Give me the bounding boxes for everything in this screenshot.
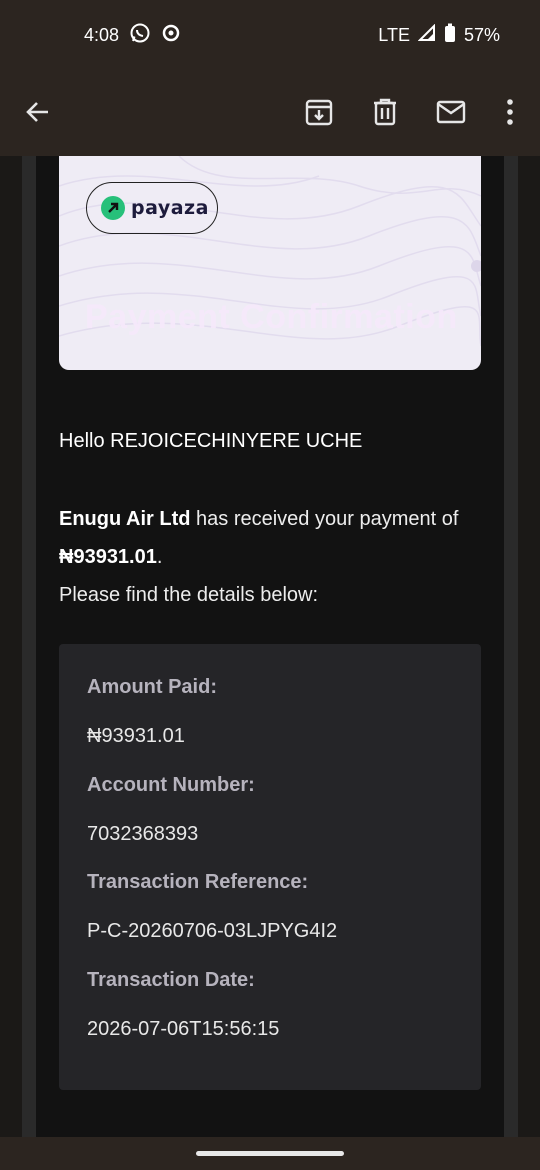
payment-amount: ₦93931.01 [59, 546, 157, 568]
greeting-text: Hello REJOICECHINYERE UCHE [59, 430, 363, 452]
more-vert-icon[interactable] [490, 92, 530, 132]
delete-icon[interactable] [365, 92, 405, 132]
account-number-label: Account Number: [87, 774, 255, 796]
payaza-logo: payaza [86, 182, 218, 234]
network-label: LTE [378, 24, 410, 45]
payment-details-card: Amount Paid: ₦93931.01 Account Number: 7… [59, 644, 481, 1090]
instruction-text: Please find the details below: [59, 584, 319, 606]
back-arrow-icon[interactable] [18, 92, 58, 132]
signal-icon [417, 23, 436, 47]
status-left: 4:08 [84, 22, 181, 49]
email-toolbar [0, 70, 540, 156]
amount-paid-value: ₦93931.01 [87, 725, 185, 747]
merchant-name: Enugu Air Ltd [59, 508, 191, 530]
payaza-banner: payaza Payment Confirmation [59, 156, 481, 370]
home-gesture-handle[interactable] [196, 1151, 344, 1156]
email-view[interactable]: payaza Payment Confirmation Hello REJOIC… [0, 156, 540, 1137]
scroll-rail-right [504, 156, 518, 1137]
email-body: payaza Payment Confirmation Hello REJOIC… [36, 156, 504, 1137]
message-end: . [156, 546, 163, 568]
status-time: 4:08 [84, 24, 120, 45]
transaction-reference-value: P-C-20260706-03LJPYG4I2 [87, 920, 338, 942]
sync-icon [161, 23, 181, 48]
payaza-logo-text: payaza [131, 197, 209, 219]
mark-unread-icon[interactable] [431, 92, 471, 132]
battery-icon [444, 23, 456, 48]
payaza-logo-icon [101, 196, 125, 220]
amount-paid-label: Amount Paid: [87, 676, 217, 698]
message-middle: has received your payment of [190, 508, 459, 530]
transaction-reference-label: Transaction Reference: [87, 871, 309, 893]
scroll-rail-left [22, 156, 36, 1137]
battery-percent: 57% [463, 24, 500, 45]
archive-icon[interactable] [299, 92, 339, 132]
transaction-date-label: Transaction Date: [87, 969, 255, 991]
account-number-value: 7032368393 [87, 823, 199, 845]
system-nav-bar [0, 1137, 540, 1170]
transaction-date-value: 2026-07-06T15:56:15 [87, 1018, 280, 1040]
whatsapp-icon [129, 22, 151, 49]
payment-message: Enugu Air Ltd has received your payment … [59, 500, 479, 614]
banner-heading: Payment Confirmation [85, 298, 458, 336]
status-bar: 4:08 LTE 57% [0, 0, 540, 70]
status-right: LTE 57% [378, 23, 500, 48]
